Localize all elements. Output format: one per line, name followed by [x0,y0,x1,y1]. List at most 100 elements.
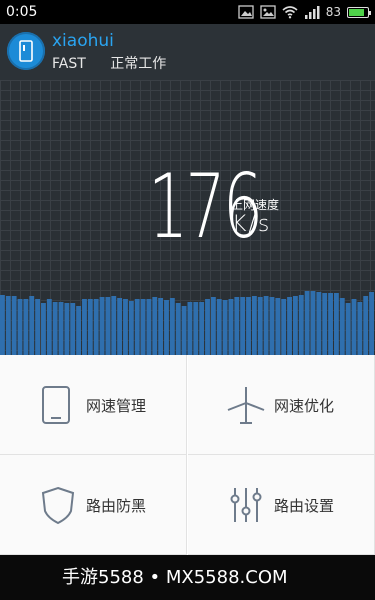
speed-label: 上网速度 [231,198,280,212]
signal-icon [304,6,320,19]
menu-label: 路由设置 [274,497,335,515]
speed-history-chart [0,291,374,355]
speed-bar [275,298,281,355]
menu-label: 路由防黑 [86,497,147,515]
speed-bar [187,302,193,355]
speed-bar [298,295,304,355]
speed-bar [257,297,263,355]
menu-router-settings[interactable]: 路由设置 [188,455,375,555]
speed-bar [23,299,29,355]
speed-unit: K/s [232,212,272,237]
speed-bar [263,296,269,355]
speed-bar [251,296,257,355]
windmill-icon [227,387,265,424]
router-device-icon [19,40,33,62]
speed-bar [193,302,199,355]
speed-bar [281,299,287,355]
speed-bar [111,296,117,355]
speed-bar [128,301,134,355]
speed-bar [322,293,328,355]
speed-bar [82,299,87,355]
status-bar: 0:05 83 [0,0,375,24]
speed-bar [152,297,158,355]
speed-bar [11,296,17,355]
speed-bar [105,297,111,355]
speed-bar [339,298,345,355]
speed-bar [46,299,52,355]
speed-bar [0,295,5,355]
speed-bar [93,299,99,355]
battery-icon [347,6,371,18]
speed-bar [123,299,128,355]
speed-bar [117,298,123,355]
speed-bar [234,297,240,355]
speed-bar [205,299,210,355]
speed-bar [17,299,23,355]
app-screen: 0:05 83 xiaohui FAST 正常工作 176 上网速度 K/s 网… [0,0,375,600]
router-header[interactable]: xiaohui FAST 正常工作 [0,24,375,80]
speed-bar [292,296,298,355]
menu-label: 网速管理 [86,397,147,415]
router-status: 正常工作 [110,56,167,72]
speed-bar [52,302,58,355]
speed-bar [29,296,35,355]
speed-panel: 176 上网速度 K/s [0,80,375,355]
speed-bar [287,297,292,355]
speed-bar [328,293,333,355]
speed-bar [169,298,175,355]
tablet-icon [42,386,70,424]
speed-bar [269,297,275,355]
speed-bar [210,297,216,355]
menu-speed-management[interactable]: 网速管理 [0,355,187,455]
speed-bar [158,298,164,355]
speed-bar [363,296,369,355]
router-subtitle: FAST 正常工作 [52,55,166,73]
speed-bar [134,299,140,355]
speed-bar [164,300,169,355]
speed-bar [87,299,93,355]
speed-bar [351,299,357,355]
speed-bar [199,302,205,355]
menu-speed-optimize[interactable]: 网速优化 [188,355,375,455]
menu-grid: 网速管理 网速优化 路由防黑 路由设置 [0,355,375,555]
status-time: 0:05 [6,4,38,20]
speed-bar [246,297,251,355]
speed-bar [357,302,363,355]
speed-bar [58,302,64,355]
speed-bar [175,303,181,355]
speed-bar [304,291,310,355]
router-brand: FAST [52,56,86,72]
speed-bar [76,306,82,355]
speed-bar [181,306,187,355]
speed-bar [333,293,339,355]
speed-bar [70,303,76,355]
shield-icon [41,486,75,525]
menu-router-guard[interactable]: 路由防黑 [0,455,187,555]
speed-bar [5,296,11,355]
speed-bar [216,299,222,355]
sliders-icon [230,488,262,522]
speed-bar [41,303,46,355]
router-avatar[interactable] [7,32,45,70]
bottom-bar: 手游5588 • MX5588.COM [0,555,375,600]
speed-bar [146,299,152,355]
status-icons: 83 [238,4,371,20]
watermark-text: 手游5588 • MX5588.COM [62,567,288,588]
gallery-icon [260,5,276,19]
menu-label: 网速优化 [274,397,335,415]
speed-bar [222,300,228,355]
router-name: xiaohui [52,31,114,51]
speed-bar [64,303,70,355]
speed-bar [240,297,246,355]
speed-bar [316,292,322,355]
wifi-icon [282,6,298,19]
speed-bar [35,299,41,355]
battery-level [349,8,364,16]
speed-bar [345,303,351,355]
speed-bar [310,291,316,355]
speed-bar [369,292,374,355]
image-icon [238,5,254,19]
battery-percent: 83 [325,5,341,19]
speed-bar [99,297,105,355]
speed-bar [140,299,146,355]
